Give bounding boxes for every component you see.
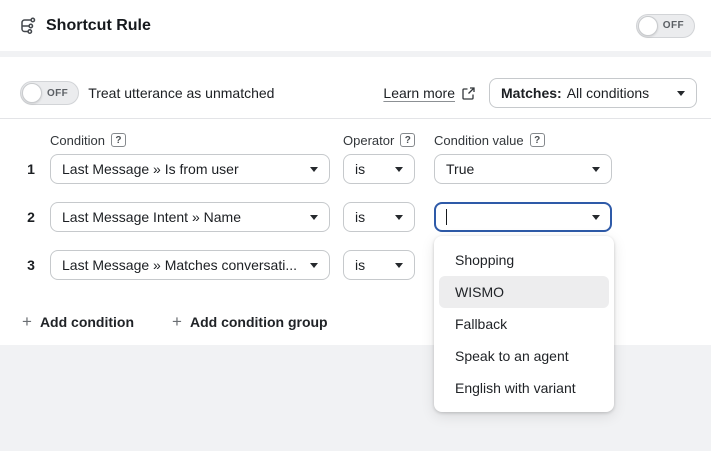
chevron-down-icon	[395, 263, 403, 268]
menu-item-english-with-variant[interactable]: English with variant	[439, 372, 609, 404]
header-bar: Shortcut Rule OFF	[0, 0, 711, 51]
intent-dropdown-menu: Shopping WISMO Fallback Speak to an agen…	[434, 236, 614, 412]
toggle-knob	[638, 16, 658, 36]
help-icon[interactable]: ?	[111, 133, 126, 147]
operator-select-1[interactable]: is	[343, 154, 415, 184]
help-icon[interactable]: ?	[400, 133, 415, 147]
toggle-state-label: OFF	[658, 20, 693, 31]
matches-select[interactable]: Matches:All conditions	[489, 78, 697, 108]
unmatched-toggle-label: Treat utterance as unmatched	[88, 85, 274, 101]
operator-select-2[interactable]: is	[343, 202, 415, 232]
help-icon[interactable]: ?	[530, 133, 545, 147]
condition-select-1[interactable]: Last Message » Is from user	[50, 154, 330, 184]
chevron-down-icon	[592, 215, 600, 220]
shortcut-rule-page: Shortcut Rule OFF OFF Treat utterance as…	[0, 0, 711, 451]
settings-row: OFF Treat utterance as unmatched Learn m…	[0, 78, 711, 108]
value-combobox-2-focused[interactable]	[434, 202, 612, 232]
toggle-state-label: OFF	[42, 88, 77, 99]
shortcut-rule-icon	[16, 15, 38, 37]
unmatched-toggle[interactable]: OFF	[20, 81, 79, 105]
add-actions-row: + Add condition + Add condition group	[22, 313, 328, 330]
page-title: Shortcut Rule	[46, 17, 151, 35]
chevron-down-icon	[592, 167, 600, 172]
column-header-operator: Operator ?	[343, 132, 415, 148]
row-number: 3	[22, 250, 40, 280]
row-number: 1	[22, 154, 40, 184]
chevron-down-icon	[677, 91, 685, 96]
chevron-down-icon	[310, 263, 318, 268]
condition-select-3[interactable]: Last Message » Matches conversati...	[50, 250, 330, 280]
menu-item-fallback[interactable]: Fallback	[439, 308, 609, 340]
menu-item-speak-to-an-agent[interactable]: Speak to an agent	[439, 340, 609, 372]
menu-item-shopping[interactable]: Shopping	[439, 244, 609, 276]
chevron-down-icon	[310, 167, 318, 172]
toggle-knob	[22, 83, 42, 103]
matches-select-value: Matches:All conditions	[501, 85, 669, 101]
chevron-down-icon	[310, 215, 318, 220]
row-number: 2	[22, 202, 40, 232]
external-link-icon	[462, 87, 475, 100]
column-header-condition: Condition ?	[50, 132, 126, 148]
value-select-1[interactable]: True	[434, 154, 612, 184]
plus-icon: +	[172, 313, 182, 330]
add-condition-group-button[interactable]: + Add condition group	[172, 313, 328, 330]
menu-item-wismo[interactable]: WISMO	[439, 276, 609, 308]
chevron-down-icon	[395, 167, 403, 172]
chevron-down-icon	[395, 215, 403, 220]
rule-enabled-toggle[interactable]: OFF	[636, 14, 695, 38]
learn-more-link[interactable]: Learn more	[383, 85, 455, 101]
add-condition-button[interactable]: + Add condition	[22, 313, 134, 330]
condition-row-1: 1 Last Message » Is from user is True	[0, 154, 711, 184]
condition-row-2: 2 Last Message Intent » Name is	[0, 202, 711, 232]
divider	[0, 118, 711, 119]
column-header-condition-value: Condition value ?	[434, 132, 545, 148]
plus-icon: +	[22, 313, 32, 330]
operator-select-3[interactable]: is	[343, 250, 415, 280]
condition-select-2[interactable]: Last Message Intent » Name	[50, 202, 330, 232]
text-cursor	[446, 209, 447, 225]
